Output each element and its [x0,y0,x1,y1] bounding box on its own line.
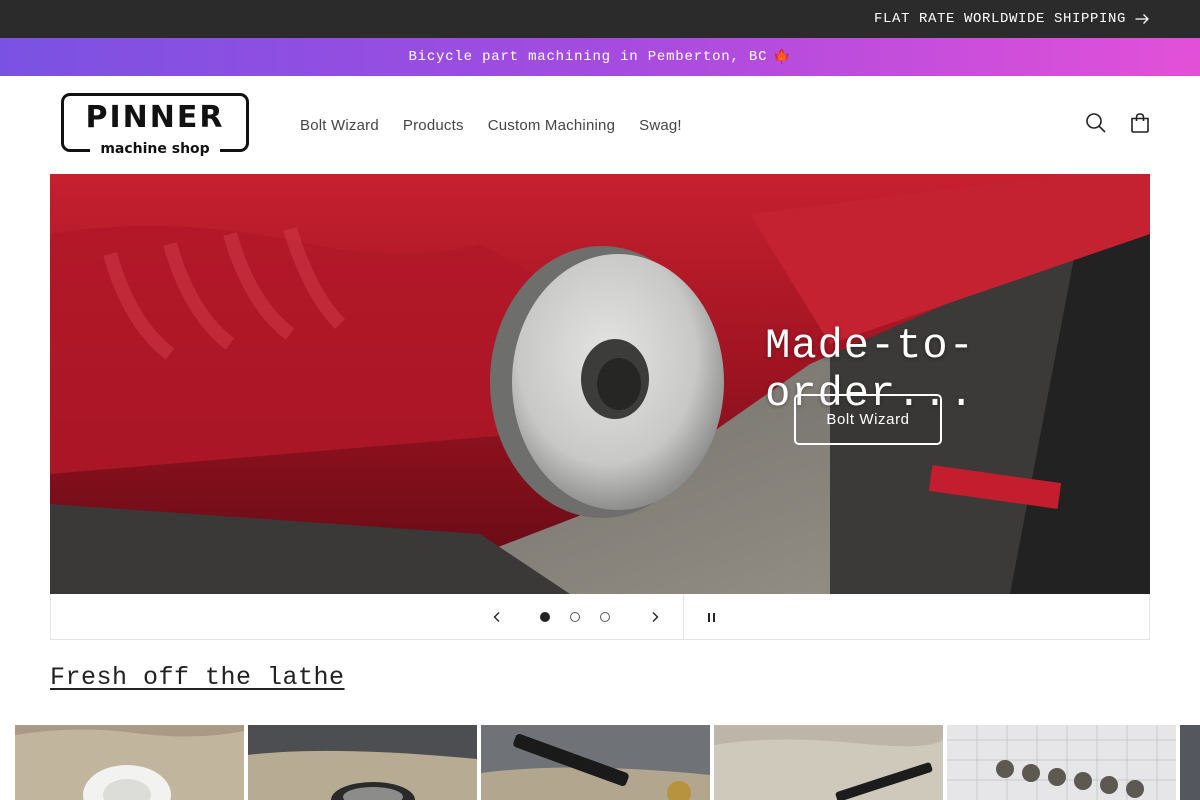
chevron-right-icon [652,612,659,622]
site-header: PINNER machine shop Bolt Wizard Products… [0,76,1200,174]
product-card[interactable] [15,725,244,800]
cart-icon [1131,113,1149,133]
nav-bolt-wizard[interactable]: Bolt Wizard [288,117,391,134]
nav-swag[interactable]: Swag! [627,117,694,134]
product-carousel [15,725,1200,800]
product-card[interactable] [947,725,1176,800]
product-card[interactable] [1180,725,1200,800]
slide-dot-1[interactable] [540,612,550,622]
product-card[interactable] [248,725,477,800]
hero-slideshow: Made-to-order... Bolt Wizard [50,174,1150,594]
search-button[interactable] [1084,111,1108,135]
cart-button[interactable] [1128,111,1152,135]
product-image [714,725,943,800]
controls-divider [683,594,684,640]
announcement-bar: FLAT RATE WORLDWIDE SHIPPING [0,0,1200,38]
product-image [947,725,1176,800]
shipping-announcement-link[interactable]: FLAT RATE WORLDWIDE SHIPPING [874,0,1150,38]
slide-dot-3[interactable] [600,612,610,622]
logo-subtitle: machine shop [90,141,220,157]
product-card[interactable] [481,725,710,800]
product-image [15,725,244,800]
pause-slideshow-button[interactable] [699,605,723,629]
chevron-left-icon [493,612,500,622]
product-image [248,725,477,800]
product-image [1180,725,1200,800]
product-image [481,725,710,800]
arrow-right-icon [1135,14,1149,24]
pause-icon-bar [707,612,710,622]
previous-slide-button[interactable] [485,605,509,629]
nav-products[interactable]: Products [391,117,476,134]
slide-dot-2[interactable] [570,612,580,622]
promo-text: Bicycle part machining in Pemberton, BC [408,49,768,65]
maple-leaf-emoji: 🍁 [773,49,792,66]
next-slide-button[interactable] [643,605,667,629]
logo-wordmark: PINNER [85,100,225,135]
pause-icon-bar [712,612,715,622]
site-logo[interactable]: PINNER machine shop [60,92,250,158]
main-nav: Bolt Wizard Products Custom Machining Sw… [288,76,694,174]
featured-collection-title[interactable]: Fresh off the lathe [50,663,345,692]
search-icon [1086,113,1106,133]
hero-cta-button[interactable]: Bolt Wizard [794,394,942,445]
product-card[interactable] [714,725,943,800]
shipping-announcement-text: FLAT RATE WORLDWIDE SHIPPING [873,11,1126,27]
slideshow-controls [50,594,1150,640]
promo-banner: Bicycle part machining in Pemberton, BC … [0,38,1200,76]
nav-custom-machining[interactable]: Custom Machining [476,117,627,134]
